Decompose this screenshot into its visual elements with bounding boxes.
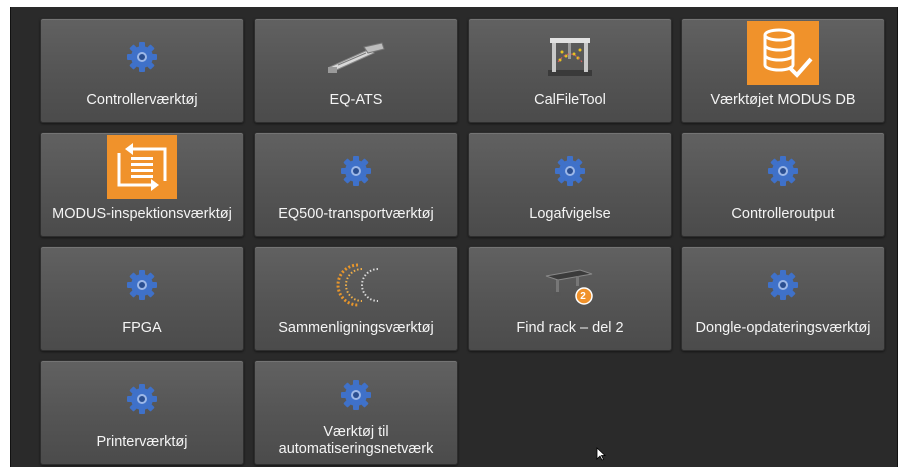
tile-modus-db[interactable]: Værktøjet MODUS DB bbox=[681, 18, 885, 123]
tile-label: Værktøj til automatiseringsnetværk bbox=[278, 423, 434, 457]
tile-fpga[interactable]: FPGA bbox=[40, 246, 244, 351]
tile-automatiseringsnetvaerk[interactable]: Værktøj til automatiseringsnetværk bbox=[254, 360, 458, 465]
gear-icon bbox=[321, 145, 391, 197]
tile-printervaerktoj[interactable]: Printerværktøj bbox=[40, 360, 244, 465]
tile-label: MODUS-inspektionsværktøj bbox=[52, 206, 232, 222]
tile-label: Dongle-opdateringsværktøj bbox=[695, 320, 871, 336]
mouse-cursor-icon bbox=[596, 447, 606, 461]
gear-icon bbox=[321, 369, 391, 421]
tile-eq500-transport[interactable]: EQ500-transportværktøj bbox=[254, 132, 458, 237]
tile-label: Controlleroutput bbox=[731, 206, 835, 222]
gear-icon bbox=[107, 31, 177, 83]
modus-inspection-icon bbox=[107, 135, 177, 199]
tile-label: FPGA bbox=[122, 320, 162, 336]
tile-eq-ats[interactable]: EQ-ATS bbox=[254, 18, 458, 123]
tile-label: EQ-ATS bbox=[329, 92, 383, 108]
tile-logafvigelse[interactable]: Logafvigelse bbox=[468, 132, 672, 237]
tile-label: Sammenligningsværktøj bbox=[278, 320, 434, 336]
tile-calfiletool[interactable]: CalFileTool bbox=[468, 18, 672, 123]
tile-label: Værktøjet MODUS DB bbox=[710, 92, 856, 108]
tile-label: Logafvigelse bbox=[529, 206, 611, 222]
gear-icon bbox=[107, 373, 177, 425]
rack-badge-number: 2 bbox=[580, 291, 586, 302]
gear-icon bbox=[748, 145, 818, 197]
probe-arm-icon bbox=[321, 31, 391, 83]
tile-label: Controllerværktøj bbox=[86, 92, 198, 108]
gear-icon bbox=[535, 145, 605, 197]
tile-label: Printerværktøj bbox=[96, 434, 188, 450]
cmm-machine-icon bbox=[535, 31, 605, 83]
rack-badge-icon: 2 bbox=[535, 259, 605, 311]
tile-controlleroutput[interactable]: Controlleroutput bbox=[681, 132, 885, 237]
compare-circles-icon bbox=[321, 259, 391, 311]
gear-icon bbox=[748, 259, 818, 311]
tile-controllervaerktoj[interactable]: Controllerværktøj bbox=[40, 18, 244, 123]
tile-dongle-opdatering[interactable]: Dongle-opdateringsværktøj bbox=[681, 246, 885, 351]
tile-sammenligning[interactable]: Sammenligningsværktøj bbox=[254, 246, 458, 351]
tile-modus-inspektion[interactable]: MODUS-inspektionsværktøj bbox=[40, 132, 244, 237]
tile-find-rack[interactable]: 2 Find rack – del 2 bbox=[468, 246, 672, 351]
tool-launcher-panel: Controllerværktøj EQ-ATS CalFileTool Vær… bbox=[10, 7, 898, 467]
gear-icon bbox=[107, 259, 177, 311]
database-check-icon bbox=[747, 21, 819, 85]
tile-label: CalFileTool bbox=[534, 92, 606, 108]
tile-label: Find rack – del 2 bbox=[516, 320, 624, 336]
tile-label: EQ500-transportværktøj bbox=[278, 206, 434, 222]
